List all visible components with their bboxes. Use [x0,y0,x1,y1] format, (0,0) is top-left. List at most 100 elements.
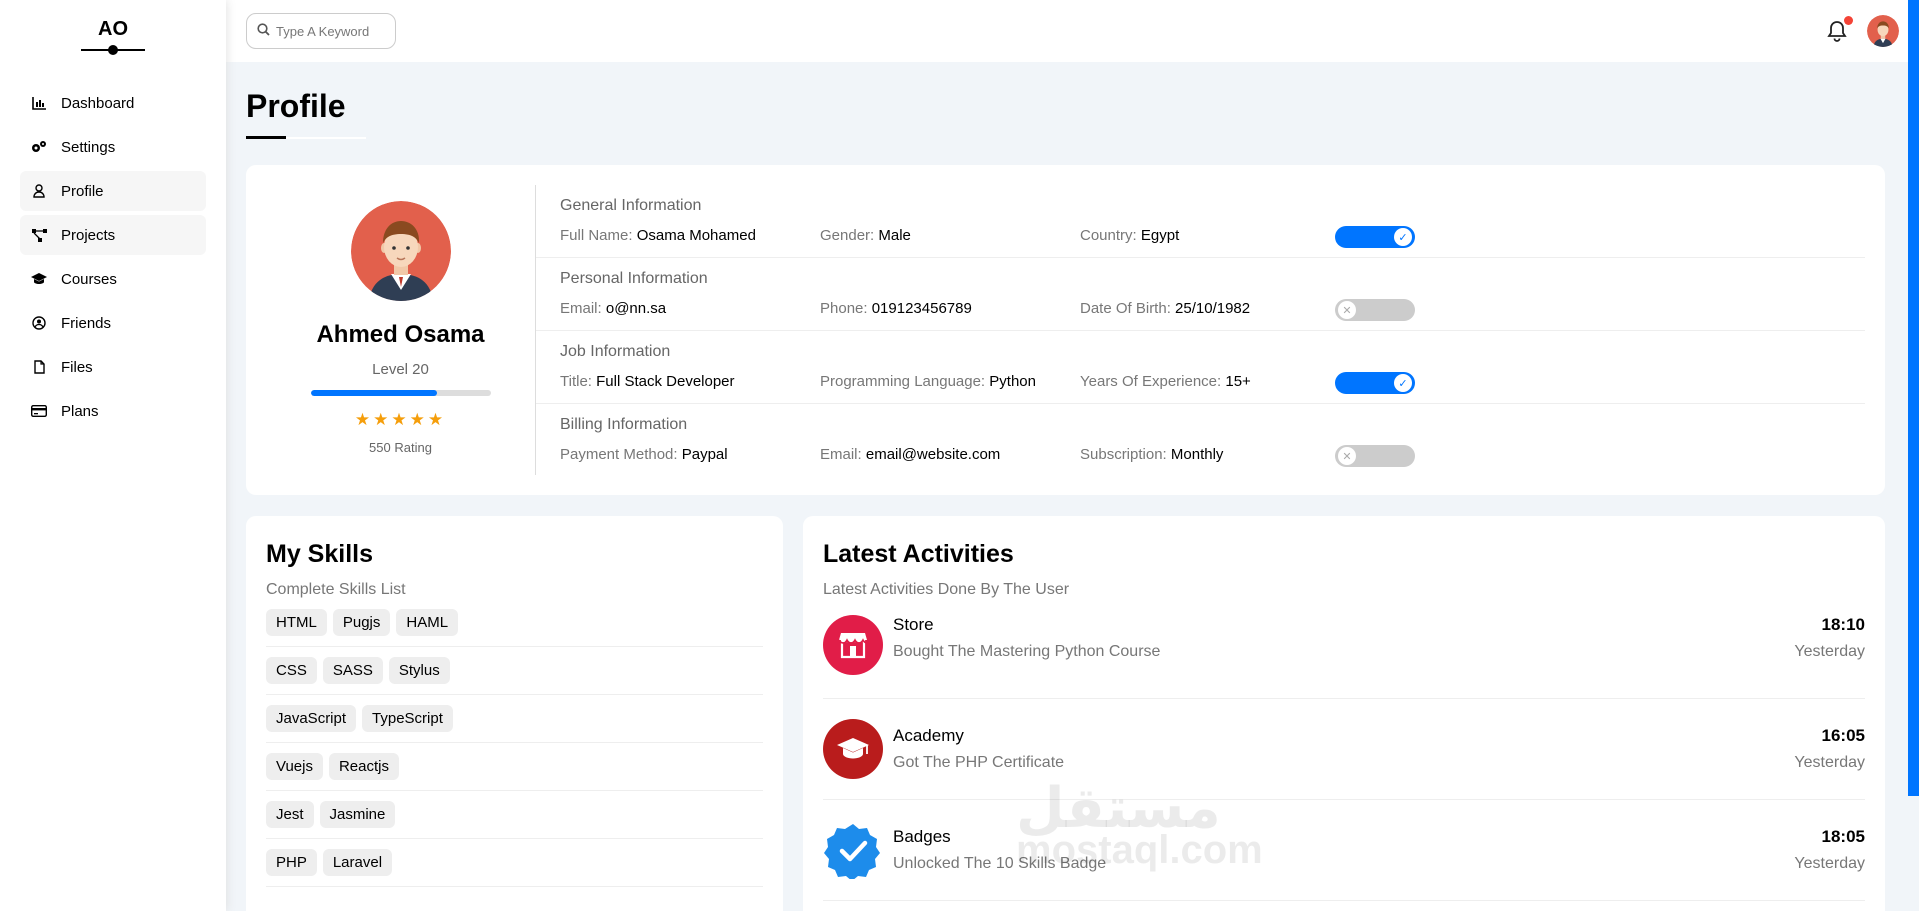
field-value: Full Stack Developer [596,373,735,390]
skill-tag: Laravel [322,849,393,876]
skill-row: PHP Laravel [266,839,763,887]
logo-underline [81,45,145,55]
sidebar-item-label: Projects [61,226,116,244]
rating-count: 550 Rating [369,440,432,455]
activity-desc: Bought The Mastering Python Course [893,643,1161,660]
info-field: Phone: 019123456789 [820,300,1080,317]
watermark: مستقل mostaql.com [1016,780,1263,872]
page-scrollbar[interactable] [1908,0,1919,796]
field-label: Phone: [820,300,868,317]
sidebar-item-label: Courses [61,270,117,288]
sidebar-item-profile[interactable]: Profile [20,171,206,211]
sidebar-item-label: Friends [61,314,112,332]
activity-list: Store Bought The Mastering Python Course… [823,615,1865,901]
sidebar-item-label: Profile [61,182,104,200]
activity-day: Yesterday [1794,643,1865,660]
activity-hour: 18:05 [1821,827,1865,846]
field-value: 25/10/1982 [1175,300,1251,317]
topbar-actions [1827,15,1899,47]
activity-title: Store [893,615,934,634]
field-value: Egypt [1140,227,1180,244]
info-field: Email: o@nn.sa [560,300,820,317]
graduation-cap-icon [823,719,883,779]
toggle-personal-info[interactable]: ✕ [1335,299,1415,321]
page-title: Profile [246,88,366,139]
skill-tag: HTML [266,609,327,636]
skill-tag: HAML [396,609,459,636]
profile-level: Level 20 [372,361,429,378]
info-section-billing: Billing Information Payment Method: Payp… [536,404,1865,477]
skill-tag: JavaScript [266,705,357,732]
x-icon: ✕ [1338,447,1356,465]
store-icon [823,615,883,675]
check-icon: ✓ [1394,374,1412,392]
sidebar-item-settings[interactable]: Settings [20,127,206,167]
info-section-title: General Information [560,197,702,214]
info-field: Programming Language: Python [820,373,1080,390]
x-icon: ✕ [1338,301,1356,319]
star-rating: ★★★★★ [354,410,447,429]
sidebar-nav: Dashboard Settings Profile Projects Cour… [20,83,206,431]
skill-tag: SASS [322,657,383,684]
search-input[interactable] [276,23,386,39]
user-circle-icon [31,315,47,331]
activity-item: Badges Unlocked The 10 Skills Badge 18:0… [823,800,1865,901]
skill-tag: Reactjs [328,753,399,780]
field-value: 019123456789 [871,300,972,317]
info-section-title: Personal Information [560,270,708,287]
sidebar-item-courses[interactable]: Courses [20,259,206,299]
notification-bell[interactable] [1827,16,1853,42]
sidebar-item-plans[interactable]: Plans [20,391,206,431]
chart-icon [31,95,47,111]
field-value: o@nn.sa [605,300,667,317]
level-progress-bar [310,390,491,396]
skill-tag: Jest [266,801,314,828]
skill-tag: Jasmine [319,801,396,828]
info-field: Years Of Experience: 15+ [1080,373,1340,390]
info-section-title: Job Information [560,343,671,360]
diagram-icon [31,227,47,243]
profile-name: Ahmed Osama [316,321,485,348]
field-value: Python [989,373,1036,390]
field-value: email@website.com [865,446,1001,463]
toggle-billing-info[interactable]: ✕ [1335,445,1415,467]
info-field: Date Of Birth: 25/10/1982 [1080,300,1340,317]
skill-tag: TypeScript [362,705,453,732]
search-box[interactable] [246,13,396,49]
skill-tag: CSS [266,657,317,684]
toggle-general-info[interactable]: ✓ [1335,226,1415,248]
activity-day: Yesterday [1794,855,1865,872]
skill-tag: Pugjs [332,609,391,636]
info-field: Country: Egypt [1080,227,1340,244]
sidebar-item-friends[interactable]: Friends [20,303,206,343]
skill-row: Jest Jasmine [266,791,763,839]
avatar[interactable] [1867,15,1899,47]
sidebar-item-label: Settings [61,138,116,156]
info-field: Email: email@website.com [820,446,1080,463]
credit-card-icon [31,403,47,419]
skills-subtitle: Complete Skills List [266,581,406,598]
sidebar-item-label: Plans [61,402,99,420]
activity-day: Yesterday [1794,754,1865,771]
sidebar-item-dashboard[interactable]: Dashboard [20,83,206,123]
field-value: Male [878,227,911,244]
activity-text: Store Bought The Mastering Python Course [893,615,1160,661]
activity-time: 16:05 Yesterday [1794,726,1865,772]
sidebar-item-files[interactable]: Files [20,347,206,387]
activities-card: Latest Activities Latest Activities Done… [803,516,1885,911]
skill-row: Vuejs Reactjs [266,743,763,791]
activity-hour: 16:05 [1821,726,1865,745]
activities-subtitle: Latest Activities Done By The User [823,581,1070,598]
watermark-latin: mostaql.com [1016,828,1263,872]
toggle-job-info[interactable]: ✓ [1335,372,1415,394]
skill-tag: Stylus [388,657,450,684]
profile-card: Ahmed Osama Level 20 ★★★★★ 550 Rating Ge… [246,165,1885,495]
sidebar: AO Dashboard Settings Profile Projects C… [0,0,226,911]
field-label: Payment Method: [560,446,678,463]
level-progress-fill [310,390,437,396]
activity-item: Academy Got The PHP Certificate 16:05 Ye… [823,699,1865,800]
info-section-job: Job Information Title: Full Stack Develo… [536,331,1865,404]
profile-avatar [350,201,451,301]
field-label: Subscription: [1080,446,1167,463]
sidebar-item-projects[interactable]: Projects [20,215,206,255]
